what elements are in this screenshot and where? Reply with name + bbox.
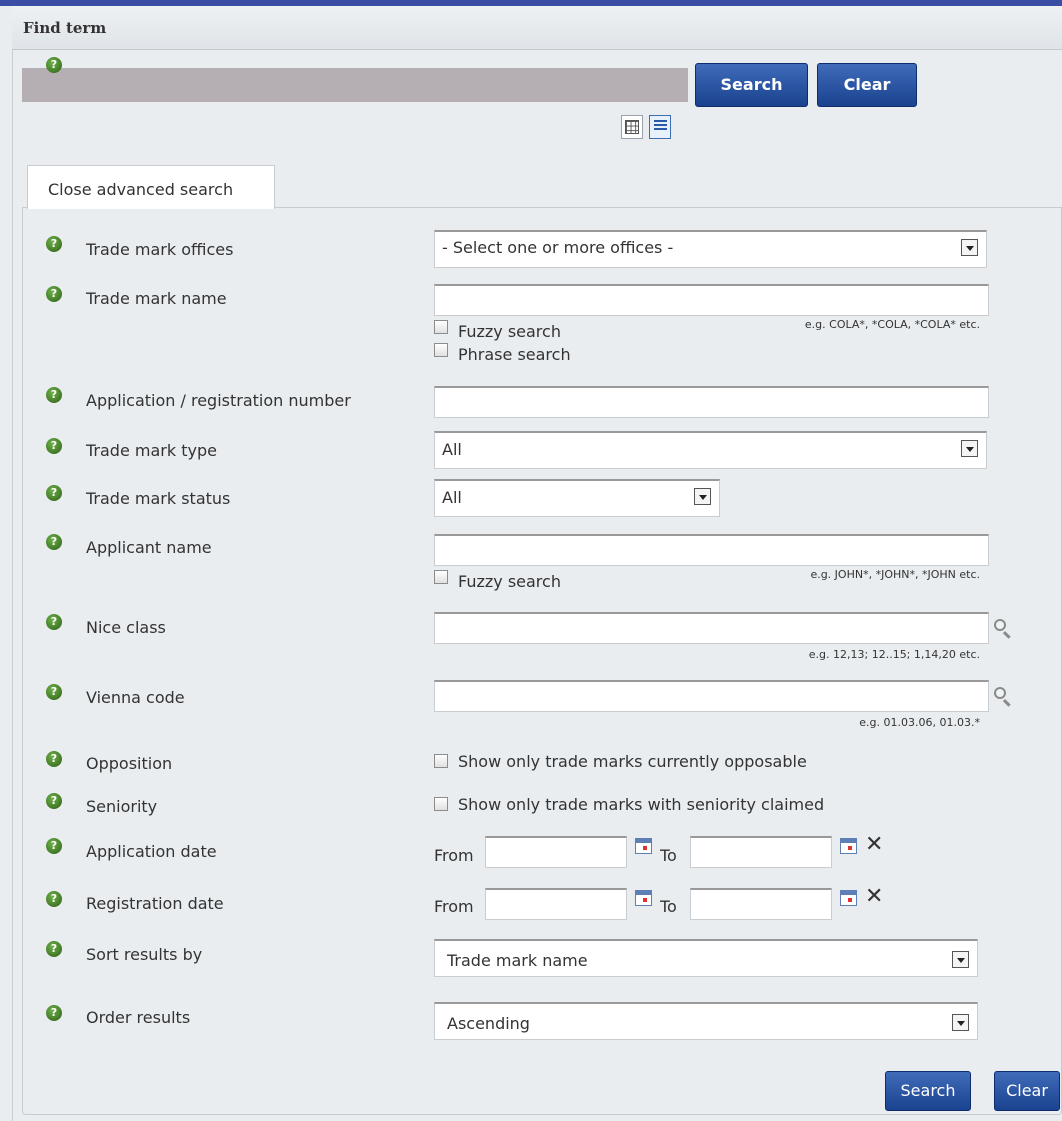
order-results-select[interactable]: Ascending (434, 1002, 978, 1040)
trade-mark-name-input[interactable] (434, 284, 989, 316)
opposition-label: Opposition (86, 754, 173, 773)
help-icon[interactable]: ? (46, 1005, 62, 1021)
trade-mark-status-select[interactable]: All (434, 479, 720, 517)
tab-close-advanced-search[interactable]: Close advanced search (27, 165, 275, 209)
help-icon[interactable]: ? (46, 941, 62, 957)
help-icon[interactable]: ? (46, 286, 62, 302)
seniority-label: Seniority (86, 797, 158, 816)
seniority-checkbox[interactable] (434, 797, 448, 811)
application-number-input[interactable] (434, 386, 989, 418)
order-results-label: Order results (86, 1008, 191, 1027)
phrase-search-checkbox[interactable] (434, 343, 448, 357)
applicant-name-input[interactable] (434, 534, 989, 566)
application-date-to-input[interactable] (690, 836, 832, 868)
search-icon[interactable] (992, 617, 1014, 639)
list-view-icon[interactable] (649, 115, 671, 139)
advanced-search-button[interactable]: Search (885, 1071, 971, 1111)
vienna-code-label: Vienna code (86, 688, 185, 707)
registration-date-to-input[interactable] (690, 888, 832, 920)
chevron-down-icon (961, 440, 978, 457)
offices-select[interactable]: - Select one or more offices - (434, 230, 987, 268)
trade-mark-status-label: Trade mark status (86, 489, 231, 508)
applicant-name-hint: e.g. JOHN*, *JOHN*, *JOHN etc. (810, 568, 980, 581)
advanced-search-panel (22, 207, 1062, 1115)
help-icon[interactable]: ? (46, 793, 62, 809)
sort-results-label: Sort results by (86, 945, 203, 964)
calendar-icon[interactable] (635, 890, 652, 906)
offices-label: Trade mark offices (86, 240, 234, 259)
search-button[interactable]: Search (695, 63, 808, 107)
help-icon[interactable]: ? (46, 534, 62, 550)
advanced-clear-button[interactable]: Clear (994, 1071, 1060, 1111)
search-icon[interactable] (992, 685, 1014, 707)
help-icon[interactable]: ? (46, 838, 62, 854)
nice-class-hint: e.g. 12,13; 12..15; 1,14,20 etc. (808, 648, 980, 661)
help-icon[interactable]: ? (46, 751, 62, 767)
seniority-checkbox-label: Show only trade marks with seniority cla… (458, 795, 825, 814)
close-icon[interactable]: ✕ (865, 834, 883, 856)
help-icon[interactable]: ? (46, 387, 62, 403)
help-icon[interactable]: ? (46, 485, 62, 501)
chevron-down-icon (952, 1014, 969, 1031)
applicant-name-label: Applicant name (86, 538, 212, 557)
applicant-fuzzy-label: Fuzzy search (458, 572, 561, 591)
application-date-label: Application date (86, 842, 217, 861)
phrase-search-label: Phrase search (458, 345, 571, 364)
fuzzy-search-checkbox[interactable] (434, 320, 448, 334)
trade-mark-type-select[interactable]: All (434, 431, 987, 469)
sort-results-select[interactable]: Trade mark name (434, 939, 978, 977)
trade-mark-name-hint: e.g. COLA*, *COLA, *COLA* etc. (804, 318, 980, 331)
chevron-down-icon (952, 951, 969, 968)
quick-search-input[interactable] (22, 68, 688, 102)
registration-date-to-label: To (660, 897, 677, 916)
application-number-label: Application / registration number (86, 391, 351, 410)
chevron-down-icon (694, 488, 711, 505)
grid-view-icon[interactable] (621, 115, 643, 139)
fuzzy-search-label: Fuzzy search (458, 322, 561, 341)
close-icon[interactable]: ✕ (865, 886, 883, 908)
application-date-from-label: From (434, 846, 474, 865)
trade-mark-name-label: Trade mark name (86, 289, 227, 308)
title-bar: Find term (12, 6, 1062, 50)
application-date-to-label: To (660, 846, 677, 865)
calendar-icon[interactable] (840, 838, 857, 854)
help-icon[interactable]: ? (46, 236, 62, 252)
order-results-value: Ascending (447, 1014, 530, 1033)
view-toggle (621, 115, 671, 139)
trade-mark-type-label: Trade mark type (86, 441, 217, 460)
registration-date-from-input[interactable] (485, 888, 627, 920)
offices-value: - Select one or more offices - (442, 238, 674, 257)
registration-date-from-label: From (434, 897, 474, 916)
help-icon[interactable]: ? (46, 614, 62, 630)
application-date-from-input[interactable] (485, 836, 627, 868)
calendar-icon[interactable] (635, 838, 652, 854)
nice-class-label: Nice class (86, 618, 166, 637)
opposable-checkbox-label: Show only trade marks currently opposabl… (458, 752, 807, 771)
chevron-down-icon (961, 239, 978, 256)
trade-mark-status-value: All (442, 488, 462, 507)
registration-date-label: Registration date (86, 894, 224, 913)
help-icon[interactable]: ? (46, 684, 62, 700)
page-title: Find term (23, 19, 107, 37)
clear-button[interactable]: Clear (817, 63, 917, 107)
nice-class-input[interactable] (434, 612, 989, 644)
sort-results-value: Trade mark name (447, 951, 588, 970)
opposable-checkbox[interactable] (434, 754, 448, 768)
help-icon[interactable]: ? (46, 57, 62, 73)
applicant-fuzzy-checkbox[interactable] (434, 570, 448, 584)
help-icon[interactable]: ? (46, 438, 62, 454)
trade-mark-type-value: All (442, 440, 462, 459)
vienna-code-input[interactable] (434, 680, 989, 712)
calendar-icon[interactable] (840, 890, 857, 906)
help-icon[interactable]: ? (46, 891, 62, 907)
vienna-code-hint: e.g. 01.03.06, 01.03.* (859, 716, 980, 729)
left-border (12, 6, 13, 1121)
